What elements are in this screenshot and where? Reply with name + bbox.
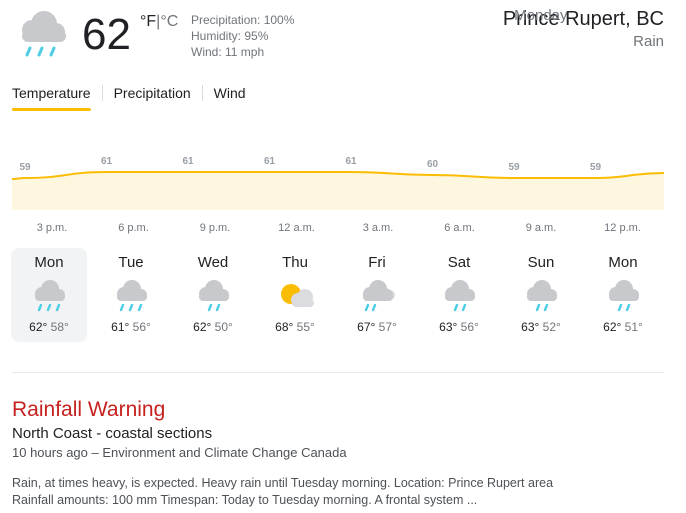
forecast-high: 63° (521, 320, 540, 334)
time-tick-label: 12 a.m. (278, 222, 315, 234)
rain-cloud-icon (14, 8, 70, 60)
location-block: Prince Rupert, BC Monday Rain (503, 6, 664, 52)
forecast-low: 57° (378, 320, 397, 334)
humidity-text: Humidity: 95% (191, 29, 269, 43)
tab-wind[interactable]: Wind (214, 84, 246, 110)
warning-description: Rain, at times heavy, is expected. Heavy… (12, 475, 652, 509)
temperature-data-label: 61 (182, 156, 194, 167)
fahrenheit-unit[interactable]: °F (140, 13, 156, 30)
forecast-temps: 62° 51° (585, 320, 661, 334)
warning-title[interactable]: Rainfall Warning (12, 398, 165, 422)
time-tick-label: 6 a.m. (444, 222, 475, 234)
forecast-temps: 67° 57° (339, 320, 415, 334)
temperature-data-label: 59 (590, 162, 602, 173)
warning-region: North Coast - coastal sections (12, 425, 213, 442)
forecast-day-name: Tue (118, 254, 144, 271)
tab-temperature[interactable]: Temperature (12, 84, 91, 111)
forecast-high: 62° (603, 320, 622, 334)
forecast-low: 51° (624, 320, 643, 334)
current-day: Monday (514, 7, 568, 24)
forecast-day-name: Thu (282, 254, 308, 271)
warning-description-line: Rain, at times heavy, is expected. Heavy… (12, 476, 554, 490)
forecast-low: 52° (542, 320, 561, 334)
forecast-day[interactable]: Fri 67° 57° (339, 248, 415, 342)
forecast-day-name: Wed (197, 254, 229, 271)
time-tick-label: 12 p.m. (604, 222, 641, 234)
rain-icon (602, 274, 644, 316)
tab-divider (201, 85, 203, 101)
temperature-data-label: 59 (19, 162, 31, 173)
forecast-day-name: Sat (447, 254, 471, 271)
warning-source: 10 hours ago – Environment and Climate C… (12, 445, 347, 460)
forecast-day-name: Mon (34, 254, 64, 271)
rain-icon (438, 274, 480, 316)
current-temperature: 62 (82, 10, 131, 59)
temperature-data-label: 61 (345, 156, 357, 167)
forecast-day[interactable]: Tue 61° 56° (93, 248, 169, 342)
forecast-day-name: Fri (368, 254, 386, 271)
forecast-high: 63° (439, 320, 458, 334)
showers-icon (356, 274, 398, 316)
forecast-temps: 62° 58° (11, 320, 87, 334)
forecast-low: 56° (460, 320, 479, 334)
heavy-rain-icon (110, 274, 152, 316)
forecast-low: 50° (214, 320, 233, 334)
rain-icon (192, 274, 234, 316)
time-tick-label: 9 a.m. (525, 222, 557, 234)
forecast-high: 67° (357, 320, 376, 334)
forecast-day[interactable]: Sat 63° 56° (421, 248, 497, 342)
section-divider (12, 372, 664, 373)
heavy-rain-icon (28, 274, 70, 316)
chart-time-axis: 3 p.m. 6 p.m. 9 p.m. 12 a.m. 3 a.m. 6 a.m. 9 a… (0, 222, 686, 238)
forecast-high: 62° (193, 320, 212, 334)
time-tick-label: 3 a.m. (362, 222, 394, 234)
time-tick-label: 9 p.m. (199, 222, 231, 234)
daily-forecast: Mon 62° 58° Tue 61° 56° Wed 62° 50° Thu 68° 55°… (11, 248, 675, 342)
forecast-day[interactable]: Sun 63° 52° (503, 248, 579, 342)
forecast-temps: 63° 52° (503, 320, 579, 334)
forecast-high: 61° (111, 320, 130, 334)
temperature-data-label: 60 (427, 159, 439, 170)
forecast-temps: 63° 56° (421, 320, 497, 334)
forecast-low: 58° (50, 320, 69, 334)
time-tick-label: 6 p.m. (118, 222, 149, 234)
temperature-data-label: 61 (101, 156, 113, 167)
temperature-data-label: 59 (508, 162, 520, 173)
forecast-temps: 61° 56° (93, 320, 169, 334)
weather-details: Precipitation: 100% Humidity: 95% Wind: … (191, 12, 294, 60)
temperature-data-label: 61 (264, 156, 276, 167)
forecast-day[interactable]: Mon 62° 58° (11, 248, 87, 342)
forecast-temps: 68° 55° (257, 320, 333, 334)
chart-tabs: Temperature Precipitation Wind (12, 84, 246, 112)
precipitation-text: Precipitation: 100% (191, 13, 295, 27)
forecast-low: 56° (132, 320, 151, 334)
unit-toggle: °F|°C (140, 13, 178, 31)
forecast-high: 68° (275, 320, 294, 334)
tab-divider (101, 85, 103, 101)
forecast-day-name: Sun (527, 254, 555, 271)
rain-icon (520, 274, 562, 316)
partly-sunny-icon (274, 274, 316, 316)
forecast-day-name: Mon (608, 254, 638, 271)
warning-description-line: Rainfall amounts: 100 mm Timespan: Today… (12, 493, 478, 507)
forecast-day[interactable]: Thu 68° 55° (257, 248, 333, 342)
temperature-chart-svg: 59 61 61 61 61 60 59 59 (11, 156, 665, 210)
time-tick-label: 3 p.m. (36, 222, 68, 234)
current-conditions: 62 °F|°C Precipitation: 100% Humidity: 9… (0, 0, 686, 80)
wind-text: Wind: 11 mph (191, 45, 265, 59)
forecast-low: 55° (296, 320, 315, 334)
tab-precipitation[interactable]: Precipitation (114, 84, 191, 110)
celsius-unit[interactable]: °C (160, 13, 178, 30)
forecast-temps: 62° 50° (175, 320, 251, 334)
forecast-high: 62° (29, 320, 48, 334)
forecast-day[interactable]: Wed 62° 50° (175, 248, 251, 342)
forecast-day[interactable]: Mon 62° 51° (585, 248, 661, 342)
